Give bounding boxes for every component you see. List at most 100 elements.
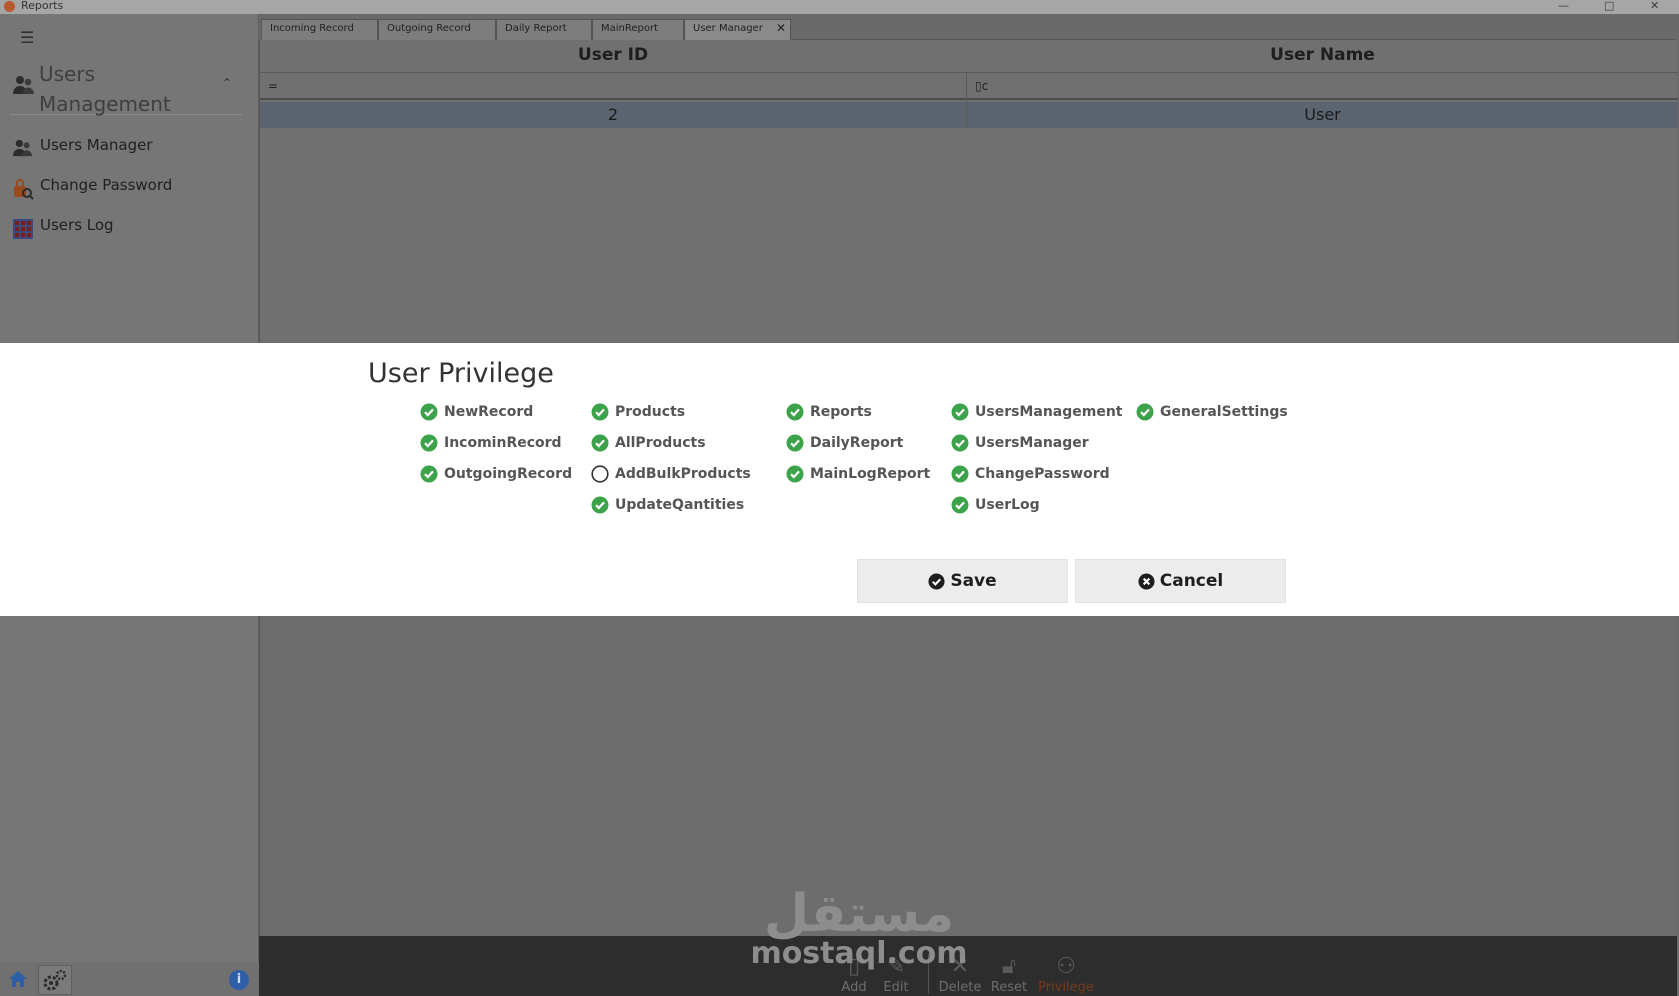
check-circle-icon xyxy=(951,465,969,483)
grid-table-icon xyxy=(12,218,34,244)
table-row[interactable]: 2 User xyxy=(260,102,1678,128)
privilege-checkbox-addbulkproducts[interactable]: AddBulkProducts xyxy=(591,463,751,485)
close-tab-icon[interactable]: ✕ xyxy=(776,21,786,35)
check-circle-icon xyxy=(951,403,969,421)
privilege-checkbox-products[interactable]: Products xyxy=(591,401,685,423)
empty-circle-icon xyxy=(591,465,609,483)
privilege-label: UsersManagement xyxy=(975,404,1123,420)
privilege-checkbox-usersmanager[interactable]: UsersManager xyxy=(951,432,1089,454)
sidebar-item-users-log[interactable]: Users Log xyxy=(10,212,242,242)
tab-daily-report[interactable]: Daily Report xyxy=(496,19,592,40)
users-grid: User ID User Name = ▯c 2 User xyxy=(259,40,1678,342)
edit-label: Edit xyxy=(883,980,909,995)
app-icon xyxy=(4,1,15,12)
privilege-label: OutgoingRecord xyxy=(444,466,573,482)
delete-label: Delete xyxy=(938,980,982,995)
save-label: Save xyxy=(950,571,997,591)
privilege-label: MainLogReport xyxy=(810,466,931,482)
sidebar-item-label: Users Log xyxy=(40,216,114,234)
settings-gears-icon[interactable] xyxy=(38,965,72,995)
privilege-checkbox-reports[interactable]: Reports xyxy=(786,401,872,423)
hamburger-icon[interactable]: ☰ xyxy=(20,28,34,47)
privilege-label: NewRecord xyxy=(444,404,534,420)
privilege-label: DailyReport xyxy=(810,435,904,451)
sidebar-group-title: Users Management xyxy=(39,62,171,116)
maximize-button[interactable]: □ xyxy=(1604,0,1614,12)
watermark-latin: mostaql.com xyxy=(750,936,968,971)
sidebar-item-users-manager[interactable]: Users Manager xyxy=(10,132,242,162)
filter-row: = ▯c xyxy=(260,72,1678,100)
save-button[interactable]: Save xyxy=(857,559,1068,603)
tab-main-report[interactable]: MainReport xyxy=(592,19,684,40)
privilege-label: AddBulkProducts xyxy=(615,466,751,482)
privilege-label: Products xyxy=(615,404,686,420)
key-lock-icon xyxy=(12,178,34,204)
privilege-checkbox-incominrecord[interactable]: IncominRecord xyxy=(420,432,562,454)
window-title: Reports xyxy=(21,0,64,12)
check-circle-icon xyxy=(786,465,804,483)
tab-incoming-record[interactable]: Incoming Record xyxy=(261,19,378,40)
title-bar: Reports — □ ✕ xyxy=(0,0,1679,14)
check-circle-icon xyxy=(591,434,609,452)
check-circle-icon xyxy=(420,403,438,421)
hierarchy-icon: ⚇ xyxy=(1056,954,1076,979)
tab-outgoing-record[interactable]: Outgoing Record xyxy=(378,19,496,40)
privilege-checkbox-updateqantities[interactable]: UpdateQantities xyxy=(591,494,744,516)
privilege-label: UpdateQantities xyxy=(615,497,745,513)
watermark-arabic: مستقل xyxy=(763,884,955,944)
home-icon[interactable] xyxy=(8,970,28,992)
cell-user-id: 2 xyxy=(607,105,619,124)
check-circle-icon xyxy=(1136,403,1154,421)
column-header-user-name[interactable]: User Name xyxy=(967,40,1678,71)
user-privilege-dialog: User Privilege NewRecord IncominRecord Out… xyxy=(0,343,1679,616)
privilege-checkbox-generalsettings[interactable]: GeneralSettings xyxy=(1136,401,1288,423)
reset-button[interactable]: 🔓︎ Reset xyxy=(986,954,1032,995)
tab-strip: Incoming Record Outgoing Record Daily Re… xyxy=(261,19,1676,40)
minimize-button[interactable]: — xyxy=(1558,0,1569,12)
check-circle-icon xyxy=(591,496,609,514)
privilege-label: Reports xyxy=(810,404,872,420)
column-header-user-id[interactable]: User ID xyxy=(260,40,966,71)
privilege-checkbox-mainlogreport[interactable]: MainLogReport xyxy=(786,463,930,485)
privilege-label: ChangePassword xyxy=(975,466,1110,482)
dialog-title: User Privilege xyxy=(368,358,554,389)
reset-label: Reset xyxy=(990,980,1028,995)
privilege-label: UsersManager xyxy=(975,435,1089,451)
check-circle-icon xyxy=(928,572,945,590)
privilege-checkbox-usersmanagement[interactable]: UsersManagement xyxy=(951,401,1123,423)
unlock-icon: 🔓︎ xyxy=(1001,954,1017,979)
close-circle-icon xyxy=(1138,572,1155,590)
collapse-icon[interactable]: ⌃ xyxy=(222,76,232,90)
privilege-checkbox-changepassword[interactable]: ChangePassword xyxy=(951,463,1110,485)
privilege-checkbox-newrecord[interactable]: NewRecord xyxy=(420,401,533,423)
privilege-label: IncominRecord xyxy=(444,435,562,451)
cancel-button[interactable]: Cancel xyxy=(1075,559,1286,603)
sidebar-item-label: Users Manager xyxy=(40,136,153,154)
info-icon[interactable]: i xyxy=(229,970,249,990)
check-circle-icon xyxy=(786,403,804,421)
watermark-logo: مستقل mostaql.com xyxy=(739,884,979,970)
cancel-label: Cancel xyxy=(1159,571,1224,591)
check-circle-icon xyxy=(420,434,438,452)
check-circle-icon xyxy=(951,434,969,452)
privilege-checkbox-userlog[interactable]: UserLog xyxy=(951,494,1040,516)
check-circle-icon xyxy=(786,434,804,452)
sidebar-group-users-management[interactable]: Users Management ⌃ xyxy=(10,59,242,116)
close-window-button[interactable]: ✕ xyxy=(1650,0,1659,12)
column-divider xyxy=(966,72,967,128)
privilege-checkbox-allproducts[interactable]: AllProducts xyxy=(591,432,706,454)
privilege-label: Privilege xyxy=(1038,980,1094,995)
sidebar-footer: i xyxy=(0,962,259,996)
privilege-button[interactable]: ⚇ Privilege xyxy=(1036,954,1096,995)
filter-user-name[interactable]: ▯c xyxy=(967,73,1678,99)
tab-user-manager[interactable]: User Manager ✕ xyxy=(684,19,791,40)
sidebar-item-change-password[interactable]: Change Password xyxy=(10,172,242,202)
check-circle-icon xyxy=(420,465,438,483)
privilege-checkbox-outgoingrecord[interactable]: OutgoingRecord xyxy=(420,463,572,485)
filter-user-id[interactable]: = xyxy=(260,73,966,99)
check-circle-icon xyxy=(591,403,609,421)
privilege-label: UserLog xyxy=(975,497,1040,513)
sidebar-item-label: Change Password xyxy=(40,176,173,194)
privilege-checkbox-dailyreport[interactable]: DailyReport xyxy=(786,432,903,454)
cell-user-name: User xyxy=(1304,105,1341,124)
